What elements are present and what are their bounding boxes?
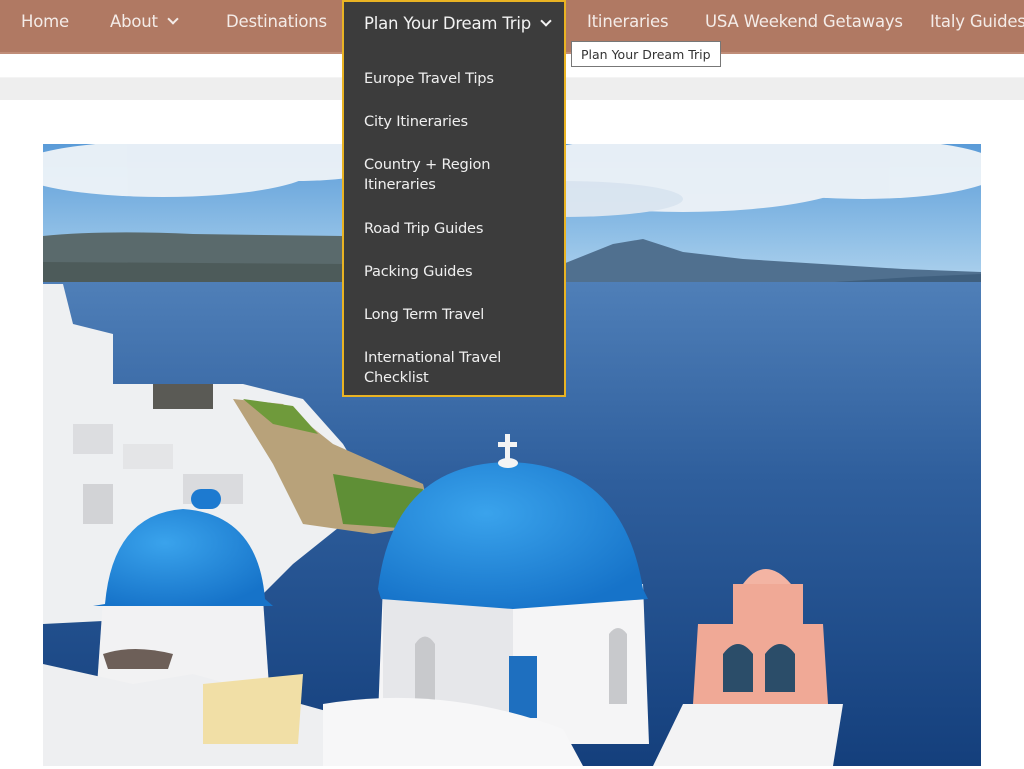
dropdown-item-city-itineraries[interactable]: City Itineraries — [364, 112, 554, 132]
nav-item-about[interactable]: About — [110, 0, 179, 44]
dropdown-item-road-trip-guides[interactable]: Road Trip Guides — [364, 219, 554, 239]
chevron-down-icon — [540, 15, 552, 27]
dropdown-item-europe-travel-tips[interactable]: Europe Travel Tips — [364, 69, 554, 89]
dropdown-item-country-region-itineraries[interactable]: Country + Region Itineraries — [364, 155, 514, 195]
dropdown-item-packing-guides[interactable]: Packing Guides — [364, 262, 554, 282]
nav-item-italy-guides[interactable]: Italy Guides — [930, 0, 1024, 44]
nav-item-label: Home — [21, 12, 69, 31]
dropdown-item-long-term-travel[interactable]: Long Term Travel — [364, 305, 554, 325]
nav-item-label: Plan Your Dream Trip — [364, 14, 532, 33]
tooltip: Plan Your Dream Trip — [571, 41, 721, 67]
nav-item-home[interactable]: Home — [21, 0, 69, 44]
plan-trip-dropdown-menu: Plan Your Dream Trip Europe Travel Tips … — [342, 0, 566, 397]
chevron-down-icon — [167, 13, 179, 25]
nav-item-usa-weekend-getaways[interactable]: USA Weekend Getaways — [705, 0, 903, 44]
nav-item-label: Itineraries — [587, 12, 669, 31]
nav-item-label: Italy Guides — [930, 12, 1024, 31]
nav-item-plan-your-dream-trip[interactable]: Plan Your Dream Trip — [364, 2, 552, 46]
nav-item-itineraries[interactable]: Itineraries — [587, 0, 669, 44]
nav-item-label: USA Weekend Getaways — [705, 12, 903, 31]
nav-item-label: About — [110, 12, 158, 31]
nav-item-label: Destinations — [226, 12, 327, 31]
nav-item-destinations[interactable]: Destinations — [226, 0, 327, 44]
dropdown-item-international-travel-checklist[interactable]: International Travel Checklist — [364, 348, 524, 388]
